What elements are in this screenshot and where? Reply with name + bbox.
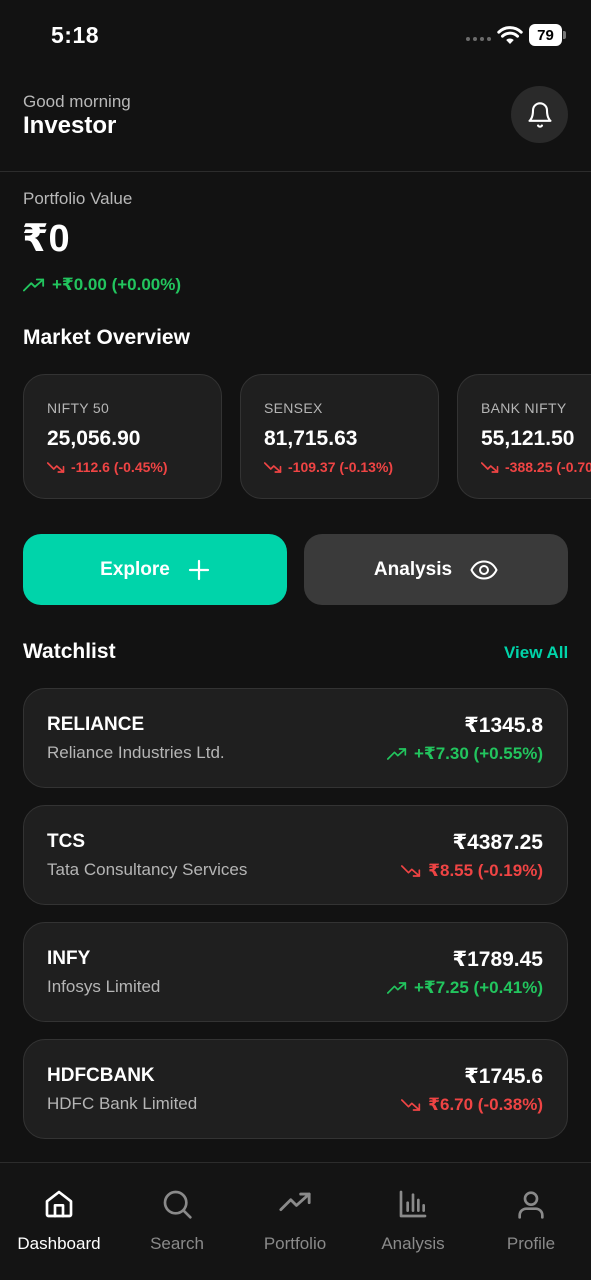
portfolio-value-label: Portfolio Value	[23, 189, 133, 208]
company-name: Reliance Industries Ltd.	[47, 743, 225, 762]
portfolio-change-text: +₹0.00 (+0.00%)	[52, 275, 182, 294]
trending-down-icon	[264, 461, 282, 473]
watchlist-item-tcs[interactable]: TCS Tata Consultancy Services ₹4387.25 ₹…	[23, 805, 568, 905]
nav-label: Portfolio	[263, 1234, 327, 1253]
nav-profile[interactable]: Profile	[472, 1163, 590, 1280]
market-overview-title: Market Overview	[23, 326, 190, 349]
market-card-change-text: -109.37 (-0.13%)	[288, 459, 394, 475]
market-card-nifty[interactable]: NIFTY 50 25,056.90 -112.6 (-0.45%)	[23, 374, 222, 499]
trending-up-icon	[23, 278, 45, 292]
search-icon	[163, 1190, 192, 1219]
market-card-change: -388.25 (-0.70%)	[481, 459, 591, 475]
market-card-change-text: -112.6 (-0.45%)	[71, 459, 168, 475]
watchlist-item-infy[interactable]: INFY Infosys Limited ₹1789.45 +₹7.25 (+0…	[23, 922, 568, 1022]
stock-price: ₹4387.25	[452, 831, 543, 854]
greeting-text: Good morning	[23, 92, 131, 111]
stock-price: ₹1789.45	[452, 948, 543, 971]
company-name: Infosys Limited	[47, 977, 161, 996]
nav-portfolio[interactable]: Portfolio	[236, 1163, 354, 1280]
stock-change: ₹6.70 (-0.38%)	[401, 1095, 543, 1115]
stock-symbol: INFY	[47, 948, 91, 969]
trending-up-icon	[279, 1192, 311, 1212]
stock-price: ₹1345.8	[464, 714, 543, 737]
trending-down-icon	[47, 461, 65, 473]
wifi-icon	[497, 26, 523, 44]
home-icon	[45, 1190, 73, 1218]
market-card-value: 25,056.90	[47, 427, 141, 450]
stock-change: +₹7.30 (+0.55%)	[386, 744, 543, 764]
market-card-value: 81,715.63	[264, 427, 358, 450]
stock-change: +₹7.25 (+0.41%)	[386, 978, 543, 998]
market-card-name: NIFTY 50	[47, 400, 110, 416]
market-card-change: -109.37 (-0.13%)	[264, 459, 393, 475]
market-card-value: 55,121.50	[481, 427, 575, 450]
battery-icon: 79	[529, 24, 566, 46]
portfolio-value: ₹0	[22, 218, 70, 260]
stock-change: ₹8.55 (-0.19%)	[401, 861, 543, 881]
trending-down-icon	[401, 1099, 421, 1111]
explore-button[interactable]: Explore	[23, 534, 287, 605]
plus-icon	[188, 559, 209, 580]
market-card-sensex[interactable]: SENSEX 81,715.63 -109.37 (-0.13%)	[240, 374, 439, 499]
market-card-change: -112.6 (-0.45%)	[47, 459, 168, 475]
user-name: Investor	[23, 112, 117, 139]
stock-price: ₹1745.6	[464, 1065, 543, 1088]
trending-down-icon	[481, 461, 499, 473]
cellular-signal-icon	[466, 37, 491, 41]
user-icon	[518, 1191, 544, 1219]
trending-up-icon	[386, 748, 407, 760]
eye-icon	[470, 560, 498, 579]
header: Good morning Investor	[0, 70, 591, 172]
company-name: HDFC Bank Limited	[47, 1094, 198, 1113]
market-card-name: SENSEX	[264, 400, 323, 416]
stock-symbol: HDFCBANK	[47, 1065, 155, 1086]
market-card-name: BANK NIFTY	[481, 400, 567, 416]
trending-up-icon	[386, 982, 407, 994]
stock-change-text: ₹6.70 (-0.38%)	[428, 1095, 543, 1114]
nav-label: Profile	[506, 1234, 556, 1253]
battery-level: 79	[529, 24, 562, 46]
watchlist-title: Watchlist	[23, 640, 116, 663]
stock-change-text: +₹7.30 (+0.55%)	[413, 744, 543, 763]
nav-label: Dashboard	[17, 1234, 101, 1253]
status-time: 5:18	[51, 22, 100, 48]
status-bar: 5:18 79	[0, 0, 591, 70]
stock-symbol: TCS	[47, 831, 85, 852]
watchlist-item-hdfcbank[interactable]: HDFCBANK HDFC Bank Limited ₹1745.6 ₹6.70…	[23, 1039, 568, 1139]
nav-label: Analysis	[381, 1234, 445, 1253]
nav-search[interactable]: Search	[118, 1163, 236, 1280]
bell-icon	[527, 101, 552, 128]
company-name: Tata Consultancy Services	[47, 860, 248, 879]
watchlist-item-reliance[interactable]: RELIANCE Reliance Industries Ltd. ₹1345.…	[23, 688, 568, 788]
stock-change-text: +₹7.25 (+0.41%)	[413, 978, 543, 997]
bottom-nav: Dashboard Search Portfolio Analysis Prof…	[0, 1162, 591, 1280]
market-card-change-text: -388.25 (-0.70%)	[505, 459, 591, 475]
view-all-link[interactable]: View All	[504, 643, 568, 663]
nav-dashboard[interactable]: Dashboard	[0, 1163, 118, 1280]
portfolio-change: +₹0.00 (+0.00%)	[23, 275, 181, 295]
notifications-button[interactable]	[511, 86, 568, 143]
analysis-button-label: Analysis	[373, 558, 453, 580]
market-card-bank-nifty[interactable]: BANK NIFTY 55,121.50 -388.25 (-0.70%)	[457, 374, 591, 499]
nav-analysis[interactable]: Analysis	[354, 1163, 472, 1280]
bar-chart-icon	[399, 1190, 427, 1218]
explore-button-label: Explore	[100, 558, 170, 580]
analysis-button[interactable]: Analysis	[304, 534, 568, 605]
stock-change-text: ₹8.55 (-0.19%)	[428, 861, 543, 880]
nav-label: Search	[150, 1234, 204, 1253]
trending-down-icon	[401, 865, 421, 877]
stock-symbol: RELIANCE	[47, 714, 145, 735]
